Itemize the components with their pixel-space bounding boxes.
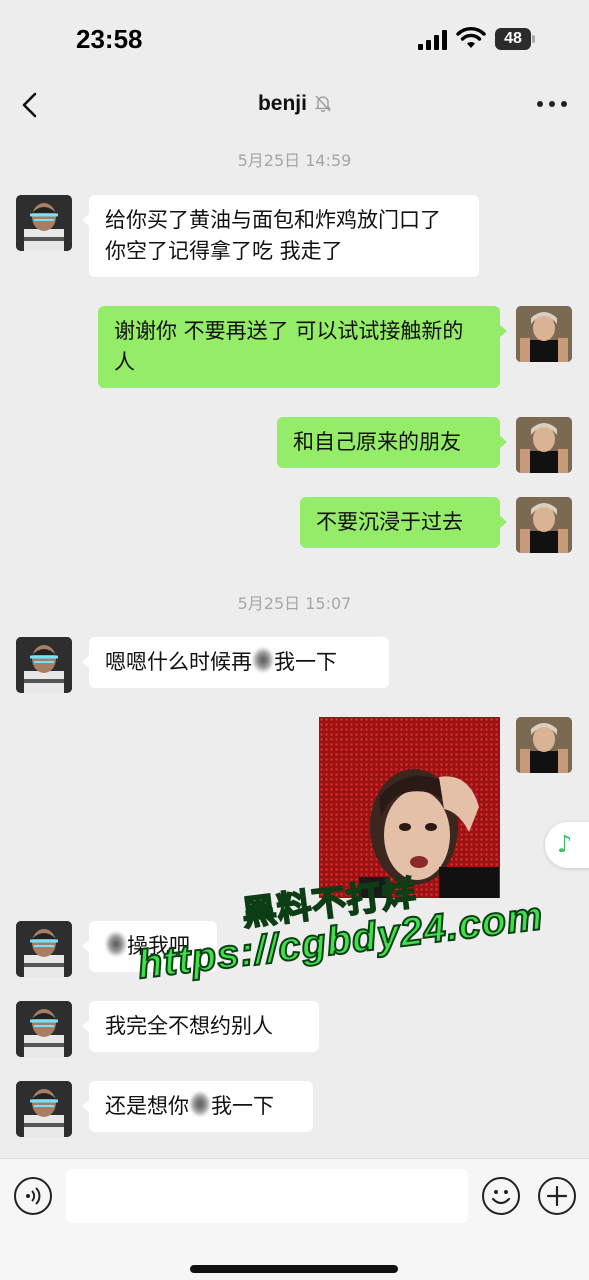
status-bar: 23:58 48	[0, 0, 589, 80]
message-bubble-incoming[interactable]: 还是想你 我一下	[82, 1081, 313, 1132]
avatar[interactable]	[16, 637, 72, 693]
timestamp: 5月25日 14:59	[237, 151, 352, 170]
message-text: 我一下	[211, 1094, 274, 1118]
chat-input-bar	[0, 1158, 589, 1280]
voice-icon[interactable]	[14, 1177, 52, 1215]
message-bubble-incoming[interactable]: 给你买了黄油与面包和炸鸡放门口了 你空了记得拿了吃 我走了	[82, 195, 479, 277]
avatar[interactable]	[516, 417, 572, 473]
bell-slash-icon	[314, 94, 332, 113]
chat-header: benji	[0, 80, 589, 130]
avatar[interactable]	[516, 717, 572, 773]
avatar[interactable]	[16, 921, 72, 977]
music-note-icon: ♪	[557, 830, 573, 858]
ellipsis-icon[interactable]	[537, 101, 567, 109]
censor-blur	[252, 647, 274, 673]
chat-title-wrap: benji	[0, 92, 589, 116]
message-text: 还是想你	[105, 1094, 189, 1118]
avatar[interactable]	[516, 306, 572, 362]
message-bubble-outgoing[interactable]: 和自己原来的朋友	[277, 417, 507, 468]
timestamp: 5月25日 15:07	[237, 594, 352, 613]
censor-blur	[105, 931, 127, 957]
floating-music-button[interactable]: ♪	[545, 822, 589, 868]
battery-level: 48	[495, 28, 531, 50]
message-bubble-incoming[interactable]: 嗯嗯什么时候再 我一下	[82, 637, 389, 688]
plus-icon[interactable]	[538, 1177, 576, 1215]
message-bubble-incoming[interactable]: 我完全不想约别人	[82, 1001, 319, 1052]
message-bubble-outgoing[interactable]: 谢谢你 不要再送了 可以试试接触新的人	[98, 306, 507, 388]
cellular-signal-icon	[418, 30, 448, 50]
message-input[interactable]	[66, 1169, 468, 1223]
wifi-icon	[456, 26, 486, 50]
avatar[interactable]	[16, 1081, 72, 1137]
sticker-image[interactable]	[319, 717, 500, 898]
censor-blur	[189, 1091, 211, 1117]
status-time: 23:58	[76, 24, 143, 54]
battery-icon: 48	[495, 28, 535, 50]
avatar[interactable]	[516, 497, 572, 553]
avatar[interactable]	[16, 1001, 72, 1057]
home-indicator	[190, 1265, 398, 1273]
message-bubble-outgoing[interactable]: 不要沉浸于过去	[300, 497, 507, 548]
message-bubble-incoming[interactable]: 操我吧	[82, 921, 217, 972]
message-text: 嗯嗯什么时候再	[105, 650, 252, 674]
avatar[interactable]	[16, 195, 72, 251]
chat-title: benji	[257, 92, 307, 115]
emoji-icon[interactable]	[482, 1177, 520, 1215]
message-text: 操我吧	[127, 934, 190, 958]
message-text: 我一下	[274, 650, 337, 674]
